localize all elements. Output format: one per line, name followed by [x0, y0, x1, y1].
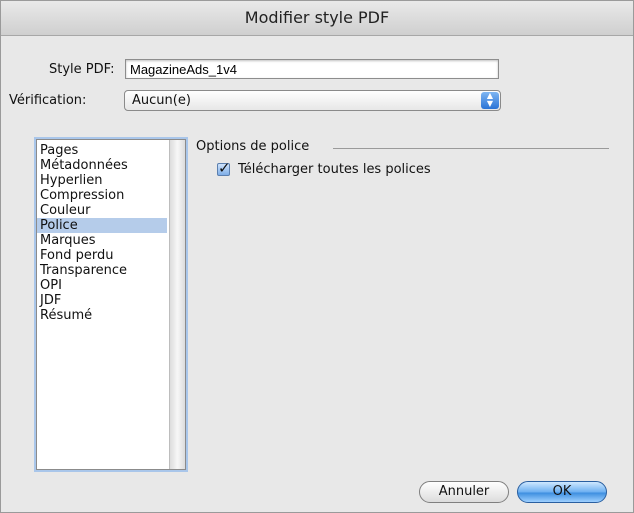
- dialog-window: Modifier style PDF Style PDF: Vérificati…: [0, 0, 634, 513]
- category-list[interactable]: Pages Métadonnées Hyperlien Compression Coul…: [36, 139, 186, 470]
- sidebar-item-pages[interactable]: Pages: [37, 143, 167, 158]
- sidebar-item-fond-perdu[interactable]: Fond perdu: [37, 248, 167, 263]
- list-scrollbar[interactable]: [169, 140, 185, 469]
- checkmark-icon: ✓: [218, 159, 231, 177]
- verification-select[interactable]: Aucun(e) ▲ ▼: [124, 90, 501, 111]
- sidebar-item-marques[interactable]: Marques: [37, 233, 167, 248]
- download-fonts-checkbox[interactable]: ✓: [217, 159, 231, 177]
- sidebar-item-opi[interactable]: OPI: [37, 278, 167, 293]
- download-fonts-label[interactable]: Télécharger toutes les polices: [238, 162, 431, 177]
- sidebar-item-compression[interactable]: Compression: [37, 188, 167, 203]
- sidebar-item-metadonnees[interactable]: Métadonnées: [37, 158, 167, 173]
- section-divider: [333, 148, 609, 149]
- sidebar-item-resume[interactable]: Résumé: [37, 308, 167, 323]
- verification-label: Vérification:: [9, 93, 87, 108]
- verification-value: Aucun(e): [132, 93, 191, 108]
- sidebar-item-transparence[interactable]: Transparence: [37, 263, 167, 278]
- window-title: Modifier style PDF: [244, 8, 390, 27]
- updown-arrows-icon: ▲ ▼: [481, 92, 499, 109]
- style-pdf-input[interactable]: [125, 59, 499, 79]
- ok-button[interactable]: OK: [517, 481, 607, 503]
- cancel-button[interactable]: Annuler: [419, 481, 509, 503]
- sidebar-item-hyperlien[interactable]: Hyperlien: [37, 173, 167, 188]
- sidebar-item-couleur[interactable]: Couleur: [37, 203, 167, 218]
- style-pdf-label: Style PDF:: [49, 62, 115, 77]
- sidebar-item-jdf[interactable]: JDF: [37, 293, 167, 308]
- title-bar[interactable]: Modifier style PDF: [1, 1, 633, 36]
- section-title: Options de police: [196, 139, 310, 154]
- sidebar-item-police[interactable]: Police: [37, 218, 167, 233]
